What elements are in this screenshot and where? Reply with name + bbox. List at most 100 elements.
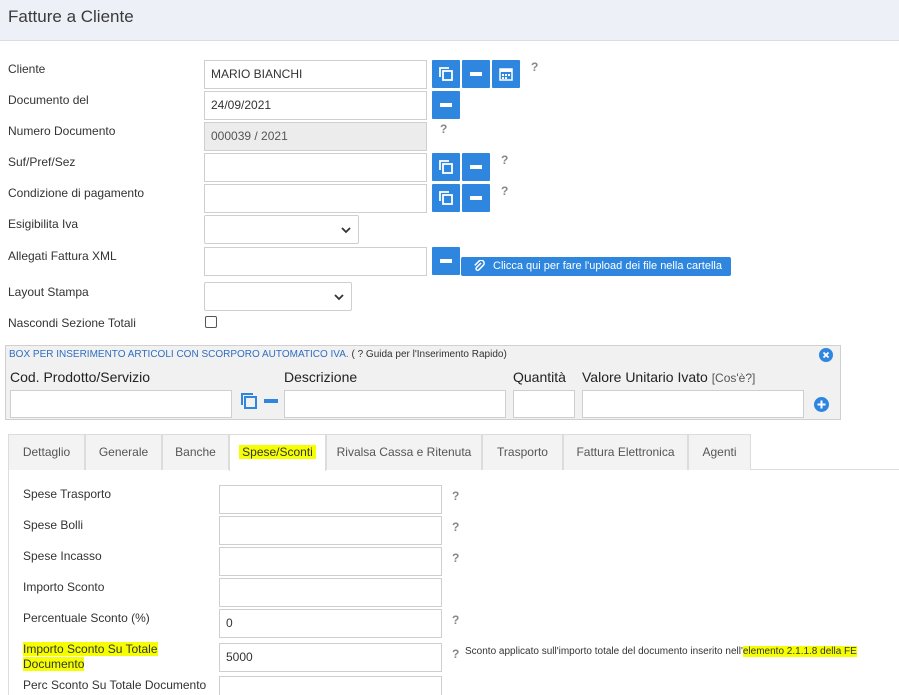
condizione-pagamento-clear-button[interactable]: [462, 184, 490, 212]
cliente-select-button[interactable]: [432, 60, 460, 88]
layout-stampa-label: Layout Stampa: [8, 285, 89, 299]
importo-sconto-totale-label-line2: Documento: [23, 657, 85, 671]
perc-sconto-totale-field[interactable]: [219, 676, 442, 695]
spese-incasso-label: Spese Incasso: [23, 549, 102, 563]
esigibilita-iva-select[interactable]: [204, 215, 359, 244]
tab-spese-sconti[interactable]: Spese/Sconti: [229, 434, 326, 471]
allegati-xml-field[interactable]: [204, 247, 427, 276]
spese-trasporto-field[interactable]: [219, 485, 442, 514]
note-prefix: Sconto applicato sull'importo totale del…: [465, 646, 743, 657]
copy-icon: [241, 393, 257, 409]
importo-sconto-totale-label-line1: Importo Sconto Su Totale: [23, 642, 158, 656]
importo-sconto-totale-note: Sconto applicato sull'importo totale del…: [465, 646, 857, 657]
importo-sconto-totale-field[interactable]: 5000: [219, 643, 442, 672]
suf-pref-sez-clear-button[interactable]: [462, 153, 490, 181]
col-valore-label: Valore Unitario Ivato [Cos'è?]: [582, 369, 755, 385]
importo-sconto-totale-help-icon[interactable]: ?: [452, 647, 459, 661]
allegati-xml-clear-button[interactable]: [432, 247, 460, 275]
tab-agenti[interactable]: Agenti: [688, 434, 751, 470]
codice-clear-icon[interactable]: [264, 399, 278, 403]
suf-pref-sez-label: Suf/Pref/Sez: [8, 155, 76, 169]
spese-bolli-label: Spese Bolli: [23, 518, 84, 532]
tab-banche[interactable]: Banche: [162, 434, 229, 470]
quantita-input[interactable]: [513, 390, 575, 418]
percentuale-sconto-help-icon[interactable]: ?: [452, 613, 459, 627]
numero-documento-field: 000039 / 2021: [204, 122, 427, 151]
percentuale-sconto-field[interactable]: 0: [219, 609, 442, 638]
tab-trasporto[interactable]: Trasporto: [482, 434, 563, 470]
condizione-pagamento-label: Condizione di pagamento: [8, 186, 145, 200]
layout-stampa-select[interactable]: [204, 282, 352, 311]
numero-documento-label: Numero Documento: [8, 124, 116, 138]
calendar-icon: [499, 68, 513, 81]
upload-files-button[interactable]: Clicca qui per fare l'upload dei file ne…: [461, 257, 731, 276]
paperclip-icon: [474, 260, 485, 271]
cliente-label: Cliente: [8, 62, 46, 76]
importo-sconto-totale-label: Importo Sconto Su Totale Documento: [23, 642, 158, 672]
add-item-button[interactable]: [814, 397, 829, 412]
col-codice-label: Cod. Prodotto/Servizio: [10, 369, 151, 385]
suf-pref-sez-select-button[interactable]: [432, 153, 460, 181]
cliente-field[interactable]: MARIO BIANCHI: [204, 60, 427, 89]
spese-incasso-field[interactable]: [219, 547, 442, 576]
chevron-down-icon: [334, 294, 344, 301]
upload-files-label: Clicca qui per fare l'upload dei file ne…: [493, 260, 722, 272]
valore-input[interactable]: [582, 390, 804, 418]
cliente-help-icon[interactable]: ?: [531, 60, 538, 74]
documento-del-label: Documento del: [8, 93, 89, 107]
perc-sconto-totale-label: Perc Sconto Su Totale Documento: [23, 678, 207, 692]
spese-bolli-help-icon[interactable]: ?: [452, 520, 459, 534]
tab-rivalsa-cassa[interactable]: Rivalsa Cassa e Ritenuta: [326, 434, 482, 470]
page-title: Fatture a Cliente: [8, 7, 134, 26]
quick-insert-header: BOX PER INSERIMENTO ARTICOLI CON SCORPOR…: [9, 349, 507, 360]
condizione-pagamento-help-icon[interactable]: ?: [501, 184, 508, 198]
minus-icon: [470, 72, 482, 76]
nascondi-totali-label: Nascondi Sezione Totali: [8, 316, 136, 330]
numero-documento-help-icon[interactable]: ?: [440, 122, 447, 136]
spese-trasporto-help-icon[interactable]: ?: [452, 489, 459, 503]
col-valore-help-link[interactable]: [Cos'è?]: [712, 371, 756, 385]
descrizione-input[interactable]: [284, 390, 506, 418]
page-header: Fatture a Cliente: [0, 0, 899, 41]
tab-fattura-elettronica[interactable]: Fattura Elettronica: [563, 434, 688, 470]
quick-insert-guide-link[interactable]: ( ? Guida per l'Inserimento Rapido): [351, 349, 506, 360]
quick-insert-box: BOX PER INSERIMENTO ARTICOLI CON SCORPOR…: [5, 345, 841, 420]
spese-incasso-help-icon[interactable]: ?: [452, 551, 459, 565]
minus-icon: [440, 103, 452, 107]
copy-icon: [439, 160, 453, 174]
chevron-down-icon: [341, 227, 351, 234]
quick-insert-title: BOX PER INSERIMENTO ARTICOLI CON SCORPOR…: [9, 349, 349, 360]
minus-icon: [470, 196, 482, 200]
tab-bar: Dettaglio Generale Banche Spese/Sconti R…: [8, 434, 899, 471]
close-icon[interactable]: [819, 348, 833, 362]
copy-icon: [439, 67, 453, 81]
minus-icon: [440, 259, 452, 263]
cliente-calendar-button[interactable]: [492, 60, 520, 88]
plus-icon: [817, 400, 826, 409]
codice-select-icon[interactable]: [239, 391, 259, 414]
tab-dettaglio[interactable]: Dettaglio: [8, 434, 85, 470]
cliente-clear-button[interactable]: [462, 60, 490, 88]
documento-del-clear-button[interactable]: [432, 91, 460, 119]
importo-sconto-field[interactable]: [219, 578, 442, 607]
codice-input[interactable]: [10, 390, 232, 418]
nascondi-totali-checkbox[interactable]: [205, 316, 217, 328]
tab-generale[interactable]: Generale: [85, 434, 162, 470]
allegati-xml-label: Allegati Fattura XML: [8, 249, 117, 263]
percentuale-sconto-label: Percentuale Sconto (%): [23, 611, 150, 625]
minus-icon: [470, 165, 482, 169]
col-descrizione-label: Descrizione: [284, 369, 358, 385]
suf-pref-sez-help-icon[interactable]: ?: [501, 153, 508, 167]
documento-del-field[interactable]: 24/09/2021: [204, 91, 427, 120]
note-highlight: elemento 2.1.1.8 della FE: [742, 646, 857, 657]
suf-pref-sez-field[interactable]: [204, 153, 427, 182]
tab-spese-sconti-label: Spese/Sconti: [239, 445, 316, 459]
condizione-pagamento-field[interactable]: [204, 184, 427, 213]
col-quantita-label: Quantità: [513, 369, 566, 385]
copy-icon: [439, 191, 453, 205]
condizione-pagamento-select-button[interactable]: [432, 184, 460, 212]
spese-trasporto-label: Spese Trasporto: [23, 487, 112, 501]
spese-bolli-field[interactable]: [219, 516, 442, 545]
esigibilita-iva-label: Esigibilita Iva: [8, 217, 79, 231]
col-valore-text: Valore Unitario Ivato: [582, 369, 708, 385]
